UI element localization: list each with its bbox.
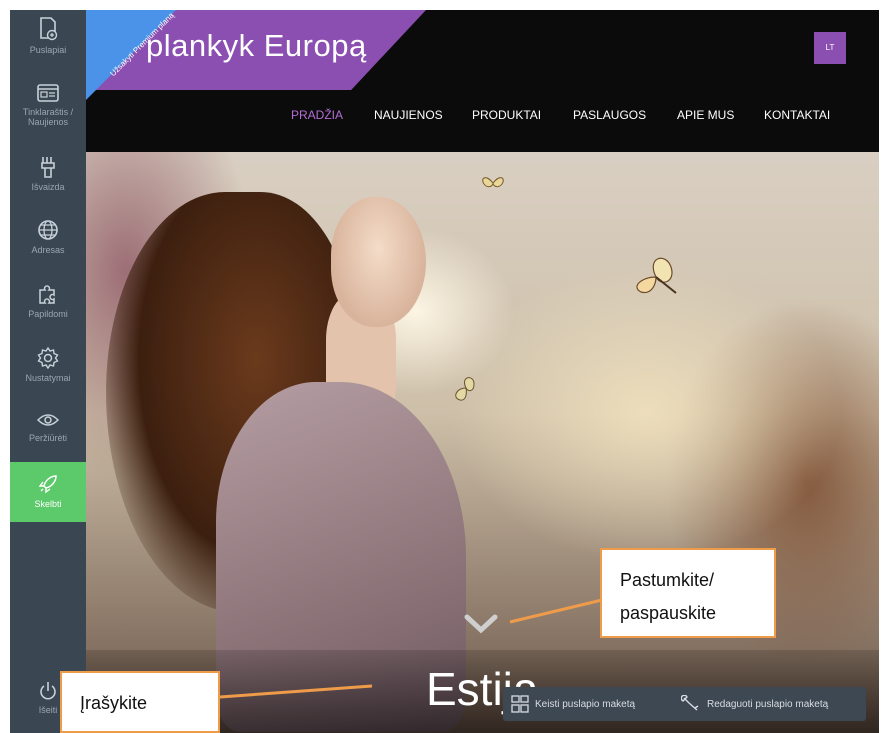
scroll-hint-callout: Pastumkite/ paspauskite (600, 548, 776, 638)
scroll-hint-line2: paspauskite (620, 603, 717, 623)
scroll-hint-line1: Pastumkite/ (620, 570, 715, 590)
type-hint-callout: Įrašykite (60, 671, 220, 733)
type-hint-text: Įrašykite (80, 693, 148, 713)
